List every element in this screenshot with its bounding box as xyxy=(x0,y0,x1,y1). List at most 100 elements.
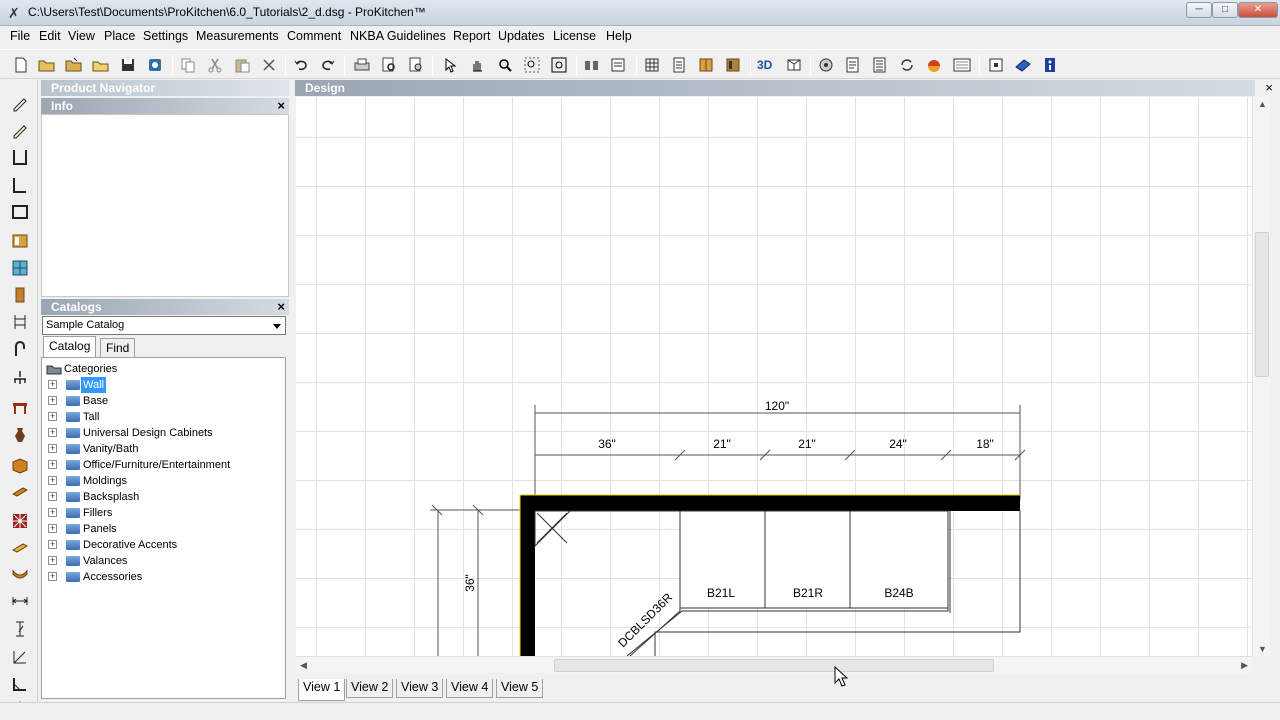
info-close-button[interactable]: × xyxy=(277,98,285,114)
expand-icon[interactable]: + xyxy=(48,444,57,453)
horizontal-scroll-thumb[interactable] xyxy=(554,659,994,672)
expand-icon[interactable]: + xyxy=(48,524,57,533)
tab-view-3[interactable]: View 3 xyxy=(396,679,444,698)
catalog-icon[interactable] xyxy=(582,55,602,75)
expand-icon[interactable]: + xyxy=(48,396,57,405)
tab-catalog[interactable]: Catalog xyxy=(43,336,97,358)
dimension-corner-icon[interactable] xyxy=(9,673,31,695)
accent-icon[interactable] xyxy=(9,510,31,532)
room-icon[interactable] xyxy=(9,201,31,223)
price-icon[interactable] xyxy=(609,55,629,75)
tree-root[interactable]: Categories xyxy=(42,361,282,377)
tab-view-1[interactable]: View 1 xyxy=(298,679,346,701)
menu-nkba-guidelines[interactable]: NKBA Guidelines xyxy=(350,29,446,43)
countertop-icon[interactable] xyxy=(9,536,31,558)
dimension-angle-icon[interactable] xyxy=(9,646,31,668)
u-shape-icon[interactable] xyxy=(9,146,31,168)
tree-item[interactable]: + Base xyxy=(42,393,282,409)
minimize-button[interactable]: ─ xyxy=(1186,2,1212,18)
expand-icon[interactable]: + xyxy=(48,572,57,581)
copy-icon[interactable] xyxy=(178,55,198,75)
menu-report[interactable]: Report xyxy=(453,29,491,43)
tree-item[interactable]: + Fillers xyxy=(42,505,282,521)
design-close-button[interactable]: × xyxy=(1265,80,1273,95)
draw-wall-icon[interactable] xyxy=(9,92,31,114)
list-icon[interactable] xyxy=(870,55,890,75)
menu-edit[interactable]: Edit xyxy=(39,29,61,43)
tree-item[interactable]: + Valances xyxy=(42,553,282,569)
expand-icon[interactable]: + xyxy=(48,380,57,389)
tab-view-4[interactable]: View 4 xyxy=(446,679,494,698)
table-icon[interactable] xyxy=(9,396,31,418)
catalog-dropdown[interactable]: Sample Catalog xyxy=(42,316,286,335)
menu-help[interactable]: Help xyxy=(606,29,632,43)
print-preview-icon[interactable] xyxy=(379,55,399,75)
new-icon[interactable] xyxy=(11,55,31,75)
tree-item[interactable]: + Wall xyxy=(42,377,282,393)
delete-icon[interactable] xyxy=(259,55,279,75)
fixture-icon[interactable] xyxy=(9,311,31,333)
cabinet-icon[interactable] xyxy=(696,55,716,75)
tree-item[interactable]: + Universal Design Cabinets xyxy=(42,425,282,441)
menu-file[interactable]: File xyxy=(10,29,30,43)
vertical-scroll-thumb[interactable] xyxy=(1255,232,1269,377)
print-icon[interactable] xyxy=(352,55,372,75)
wall-icon[interactable] xyxy=(723,55,743,75)
expand-icon[interactable]: + xyxy=(48,508,57,517)
redo-icon[interactable] xyxy=(318,55,338,75)
3d-icon[interactable]: 3D xyxy=(755,55,779,75)
close-window-button[interactable]: ✕ xyxy=(1238,2,1278,18)
paste-icon[interactable] xyxy=(232,55,252,75)
tab-view-5[interactable]: View 5 xyxy=(496,679,544,698)
menu-license[interactable]: License xyxy=(553,29,596,43)
tree-item[interactable]: + Office/Furniture/Entertainment xyxy=(42,457,282,473)
expand-icon[interactable]: + xyxy=(48,460,57,469)
scroll-right-icon[interactable]: ▶ xyxy=(1241,660,1248,671)
wall-left[interactable] xyxy=(520,495,535,656)
perspective-icon[interactable] xyxy=(784,55,804,75)
menu-view[interactable]: View xyxy=(68,29,95,43)
elevation-icon[interactable] xyxy=(669,55,689,75)
refresh-icon[interactable] xyxy=(897,55,917,75)
vase-icon[interactable] xyxy=(9,424,31,446)
scroll-down-icon[interactable]: ▼ xyxy=(1258,644,1267,654)
wall-top[interactable] xyxy=(520,495,1020,511)
tree-item[interactable]: + Accessories xyxy=(42,569,282,585)
vertical-scrollbar[interactable]: ▲ ▼ xyxy=(1252,97,1270,656)
tree-item[interactable]: + Vanity/Bath xyxy=(42,441,282,457)
settings-icon[interactable] xyxy=(986,55,1006,75)
expand-icon[interactable]: + xyxy=(48,492,57,501)
lighting-icon[interactable] xyxy=(924,55,944,75)
molding-icon[interactable] xyxy=(9,481,31,503)
tree-item[interactable]: + Tall xyxy=(42,409,282,425)
light-icon[interactable] xyxy=(9,367,31,389)
expand-icon[interactable]: + xyxy=(48,412,57,421)
undo-icon[interactable] xyxy=(291,55,311,75)
expand-icon[interactable]: + xyxy=(48,428,57,437)
select-icon[interactable] xyxy=(440,55,460,75)
expand-icon[interactable]: + xyxy=(48,476,57,485)
report-icon[interactable] xyxy=(843,55,863,75)
render-icon[interactable] xyxy=(816,55,836,75)
grid-icon[interactable] xyxy=(642,55,662,75)
faucet-icon[interactable] xyxy=(9,338,31,360)
tab-find[interactable]: Find xyxy=(100,338,136,358)
tab-view-2[interactable]: View 2 xyxy=(346,679,394,698)
zoom-in-icon[interactable] xyxy=(495,55,515,75)
menu-place[interactable]: Place xyxy=(104,29,135,43)
properties-icon[interactable] xyxy=(145,55,165,75)
info-icon[interactable] xyxy=(1040,55,1060,75)
expand-icon[interactable]: + xyxy=(48,556,57,565)
open-icon[interactable] xyxy=(37,55,57,75)
l-shape-icon[interactable] xyxy=(9,174,31,196)
tree-item[interactable]: + Backsplash xyxy=(42,489,282,505)
menu-comment[interactable]: Comment xyxy=(287,29,341,43)
zoom-window-icon[interactable] xyxy=(522,55,542,75)
tree-item[interactable]: + Moldings xyxy=(42,473,282,489)
zoom-extents-icon[interactable] xyxy=(549,55,569,75)
dimension-vertical-icon[interactable] xyxy=(9,618,31,640)
cut-icon[interactable] xyxy=(205,55,225,75)
catalogs-close-button[interactable]: × xyxy=(277,299,285,315)
pan-icon[interactable] xyxy=(467,55,487,75)
opening-icon[interactable] xyxy=(9,284,31,306)
